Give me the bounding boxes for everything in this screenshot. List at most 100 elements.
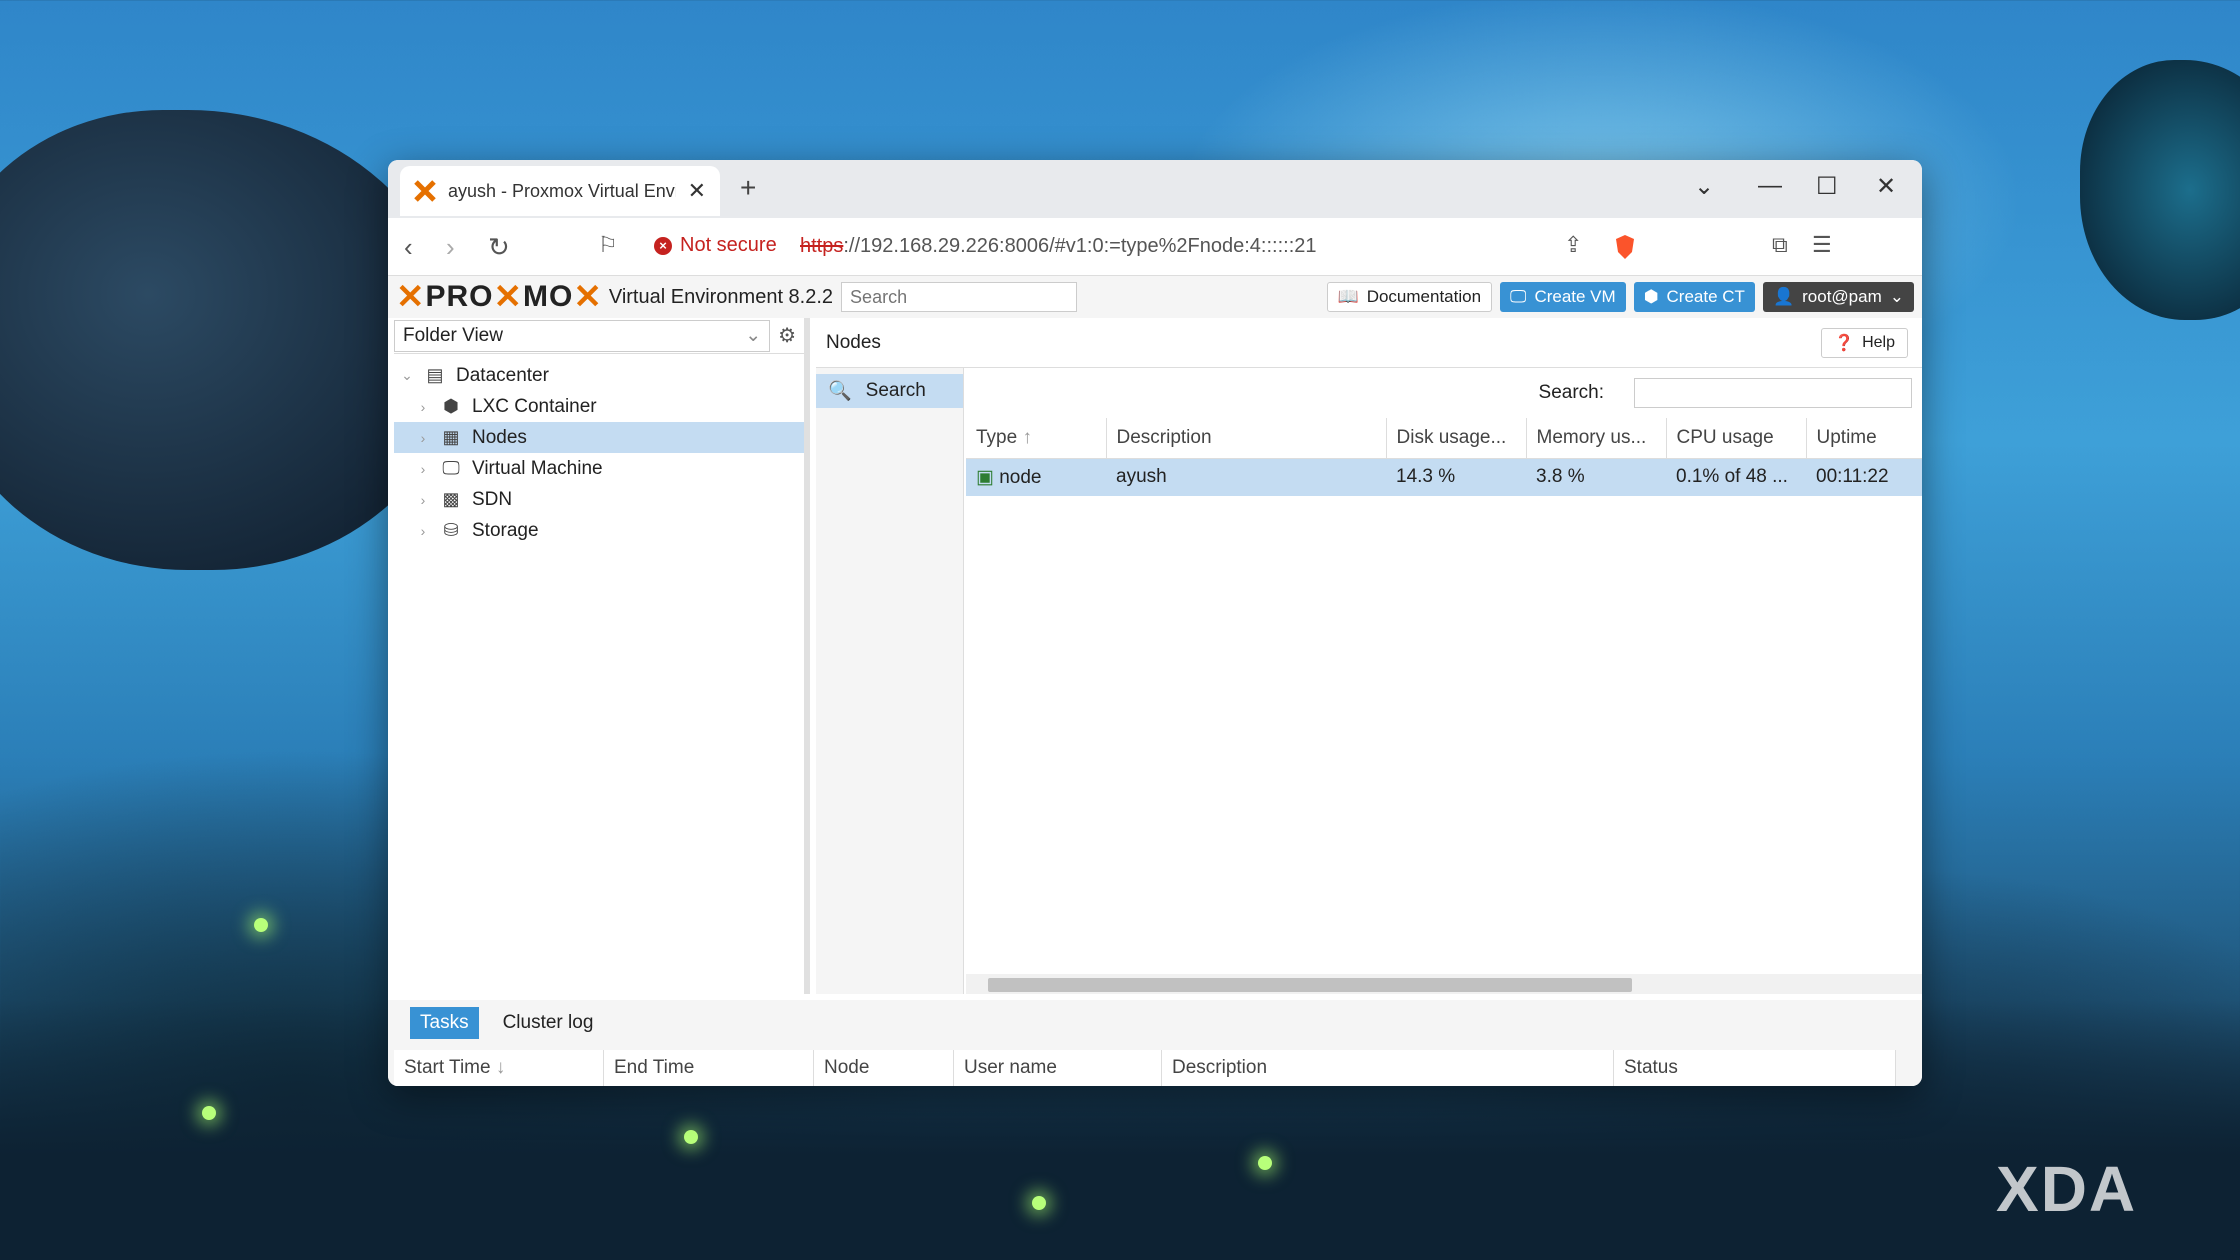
column-header-cpu[interactable]: CPU usage [1666,418,1807,459]
url-scheme: https [800,235,844,257]
create-vm-button[interactable]: 🖵 Create VM [1500,282,1626,312]
column-header-description[interactable]: Description [1106,418,1387,459]
scrollbar-thumb[interactable] [988,978,1632,992]
building-icon: ▦ [442,427,460,447]
tab-close-icon[interactable]: ✕ [688,178,706,204]
url-field[interactable]: https://192.168.29.226:8006/#v1:0:=type%… [800,235,1317,258]
resource-tree-panel: Folder View ⌄ ⚙ ⌄ ▤ Datacenter › ⬢ LXC C… [394,318,810,994]
tab-title: ayush - Proxmox Virtual Environment [448,180,676,201]
column-header-uptime[interactable]: Uptime [1806,418,1922,459]
version-label: Virtual Environment 8.2.2 [608,285,834,308]
bookmark-icon[interactable]: ⚐ [598,232,618,258]
nodes-grid: Search: Type ↑ Description Disk usage...… [966,368,1922,994]
tree-item-storage[interactable]: › ⛁ Storage [394,515,804,546]
new-tab-button[interactable]: + [740,172,756,204]
header-search-input[interactable] [841,282,1078,312]
cube-icon: ⬢ [1643,287,1659,306]
nodes-table: Type ↑ Description Disk usage... Memory … [966,418,1922,496]
sort-ascending-icon: ↑ [1022,426,1032,448]
book-icon: 📖 [1337,287,1359,306]
tree-item-lxc-container[interactable]: › ⬢ LXC Container [394,391,804,422]
expand-arrow-icon[interactable]: › [416,492,430,508]
background-glow [1258,1156,1272,1170]
column-header-start-time[interactable]: Start Time ↓ [394,1050,604,1086]
not-secure-label: Not secure [680,234,777,256]
horizontal-scrollbar[interactable] [966,974,1922,994]
not-secure-indicator[interactable]: × Not secure [654,234,777,257]
table-row[interactable]: ▣ node ayush 14.3 % 3.8 % 0.1% of 48 ...… [966,458,1922,496]
proxmox-favicon-icon [414,180,436,202]
browser-titlebar: ayush - Proxmox Virtual Environment ✕ + … [388,160,1922,218]
log-panel: Tasks Cluster log Start Time ↓ End Time … [388,1000,1922,1086]
user-menu-button[interactable]: 👤 root@pam ⌄ [1762,282,1914,312]
column-header-type[interactable]: Type ↑ [966,418,1107,459]
node-online-icon: ▣ [976,466,994,488]
column-header-memory[interactable]: Memory us... [1526,418,1667,459]
grid-search-label: Search: [1538,382,1604,403]
tab-cluster-log[interactable]: Cluster log [503,1012,594,1034]
search-icon: 🔍 [828,381,852,402]
documentation-button[interactable]: 📖 Documentation [1326,282,1493,312]
column-header-node[interactable]: Node [814,1050,954,1086]
page-title: Nodes [826,331,881,353]
user-icon: 👤 [1772,287,1795,306]
reload-icon[interactable]: ↻ [488,232,510,263]
tab-tasks[interactable]: Tasks [410,1007,479,1039]
background-glow [202,1106,216,1120]
back-icon[interactable]: ‹ [404,232,413,263]
expand-arrow-icon[interactable]: › [416,399,430,415]
warning-icon: × [654,236,672,255]
expand-arrow-icon[interactable]: › [416,523,430,539]
grid-search-input[interactable] [1634,378,1912,408]
address-bar: ‹ › ↻ ⚐ × Not secure https://192.168.29.… [388,218,1922,276]
grid-icon: ▩ [442,489,460,509]
pve-header: ✕PRO✕MO✕ Virtual Environment 8.2.2 📖Docu… [388,276,1922,318]
background-glow [1032,1196,1046,1210]
chevron-down-icon: ⌄ [745,325,762,346]
minimize-icon[interactable]: — [1758,172,1782,200]
tree-item-sdn[interactable]: › ▩ SDN [394,484,804,515]
expand-arrow-icon[interactable]: › [416,461,430,477]
column-header-user-name[interactable]: User name [954,1050,1162,1086]
monitor-icon: 🖵 [442,458,460,478]
extensions-icon[interactable]: ⧉ [1772,232,1788,258]
background-rock [2080,60,2240,320]
url-rest: ://192.168.29.226:8006/#v1:0:=type%2Fnod… [843,235,1317,257]
question-icon: ❓ [1834,335,1855,352]
forward-icon[interactable]: › [446,232,455,263]
close-window-icon[interactable]: ✕ [1876,172,1896,201]
chevron-down-icon: ⌄ [1889,287,1904,306]
background-glow [254,918,268,932]
subnav-item-search[interactable]: 🔍 Search [816,374,963,408]
view-selector[interactable]: Folder View ⌄ [394,319,771,352]
content-subnav: 🔍 Search [816,368,964,994]
column-header-description[interactable]: Description [1162,1050,1614,1086]
help-button[interactable]: ❓ Help [1821,328,1908,358]
column-header-end-time[interactable]: End Time [604,1050,814,1086]
collapse-arrow-icon[interactable]: ⌄ [400,367,414,384]
tree-item-datacenter[interactable]: ⌄ ▤ Datacenter [394,360,804,391]
gear-icon[interactable]: ⚙ [770,320,804,352]
monitor-icon: 🖵 [1510,287,1527,306]
tree-item-virtual-machine[interactable]: › 🖵 Virtual Machine [394,453,804,484]
expand-arrow-icon[interactable]: › [416,430,430,446]
tasks-table-header: Start Time ↓ End Time Node User name Des… [394,1050,1896,1086]
cube-icon: ⬢ [443,396,459,416]
menu-icon[interactable]: ☰ [1812,232,1832,258]
background-glow [684,1130,698,1144]
column-header-disk[interactable]: Disk usage... [1386,418,1527,459]
browser-window: ayush - Proxmox Virtual Environment ✕ + … [388,160,1922,1086]
maximize-icon[interactable]: ☐ [1816,172,1838,201]
column-header-status[interactable]: Status [1614,1050,1896,1086]
share-icon[interactable]: ⇪ [1564,232,1582,258]
database-icon: ⛁ [443,520,459,540]
xda-watermark: XDA [1996,1153,2138,1225]
browser-tab[interactable]: ayush - Proxmox Virtual Environment ✕ [400,166,720,216]
content-panel: Nodes ❓ Help 🔍 Search Search: Type ↑ Desc… [816,318,1922,994]
brave-shield-icon[interactable] [1614,234,1636,260]
proxmox-logo: ✕ PRO ✕ MO ✕ [396,278,603,316]
tree-item-nodes[interactable]: › ▦ Nodes [394,422,804,453]
create-ct-button[interactable]: ⬢ Create CT [1633,282,1755,312]
sort-descending-icon: ↓ [495,1057,506,1078]
tab-list-chevron-icon[interactable]: ⌄ [1694,172,1714,201]
